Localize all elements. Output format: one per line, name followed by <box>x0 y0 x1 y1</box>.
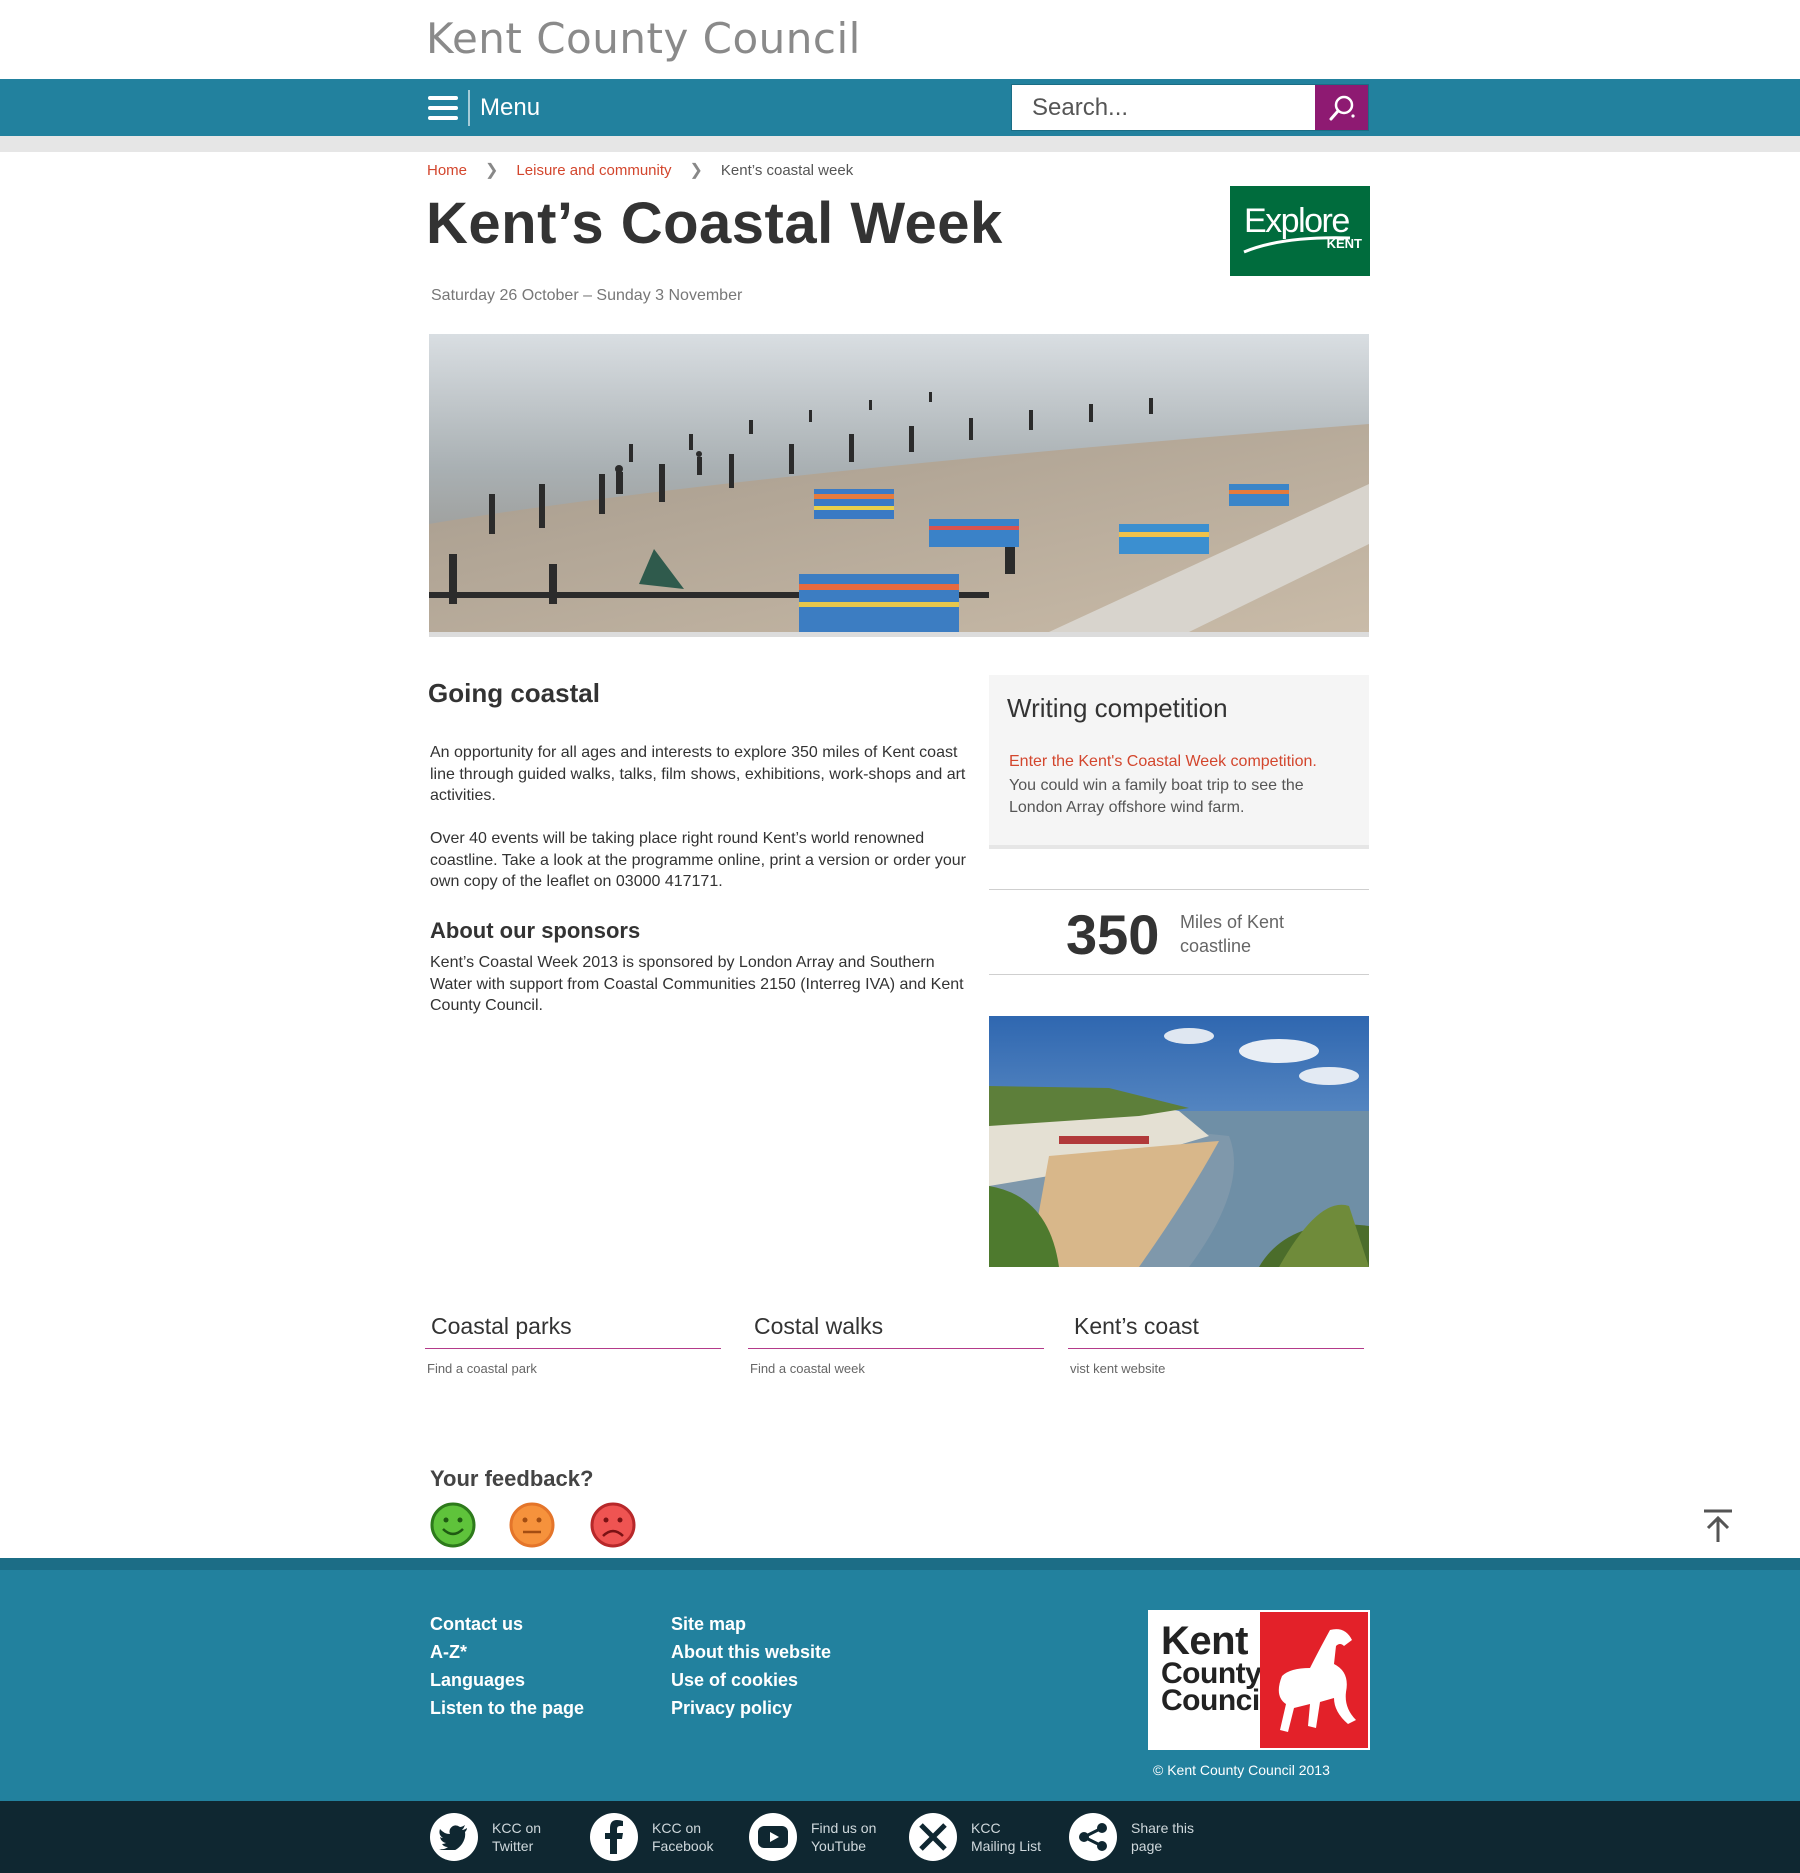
feedback-title: Your feedback? <box>430 1466 594 1491</box>
footer-link-about[interactable]: About this website <box>671 1638 831 1666</box>
event-dates: Saturday 26 October – Sunday 3 November <box>431 287 743 304</box>
sponsors-paragraph: Kent’s Coastal Week 2013 is sponsored by… <box>430 954 964 1014</box>
search-box <box>1011 84 1369 131</box>
card-subtitle: Find a coastal park <box>427 1361 537 1376</box>
kcc-horse-emblem <box>1260 1612 1368 1748</box>
search-icon <box>1329 95 1355 120</box>
social-share[interactable]: Share this page <box>1069 1813 1211 1861</box>
site-title[interactable]: Kent County Council <box>426 14 861 63</box>
explore-logo-sub: KENT <box>1326 236 1362 251</box>
footer-links-col2: Site map About this website Use of cooki… <box>671 1610 831 1722</box>
section-heading-going-coastal: Going coastal <box>428 678 600 708</box>
competition-panel: Writing competition Enter the Kent's Coa… <box>989 675 1369 849</box>
competition-title: Writing competition <box>1007 693 1228 723</box>
site-footer: Contact us A-Z* Languages Listen to the … <box>0 1558 1800 1801</box>
hamburger-icon <box>428 96 458 120</box>
share-icon <box>1069 1813 1117 1861</box>
stat-number: 350 <box>1066 903 1160 966</box>
card-subtitle: Find a coastal week <box>750 1361 865 1376</box>
card-kents-coast[interactable]: Kent’s coast vist kent website <box>1068 1313 1364 1376</box>
card-coastal-walks[interactable]: Costal walks Find a coastal week <box>748 1313 1044 1376</box>
search-input[interactable] <box>1012 85 1316 130</box>
social-facebook[interactable]: KCC on Facebook <box>590 1813 732 1861</box>
footer-link-cookies[interactable]: Use of cookies <box>671 1666 831 1694</box>
footer-link-sitemap[interactable]: Site map <box>671 1610 831 1638</box>
footer-link-contact[interactable]: Contact us <box>430 1610 584 1638</box>
youtube-icon <box>749 1813 797 1861</box>
social-twitter[interactable]: KCC on Twitter <box>430 1813 572 1861</box>
competition-link[interactable]: Enter the Kent's Coastal Week competitio… <box>1009 753 1317 771</box>
menu-button[interactable]: Menu <box>428 89 540 127</box>
social-youtube[interactable]: Find us on YouTube <box>749 1813 891 1861</box>
card-subtitle: vist kent website <box>1070 1361 1166 1376</box>
sponsors-heading: About our sponsors <box>430 918 641 943</box>
happy-face-icon[interactable] <box>430 1502 476 1548</box>
sad-face-icon[interactable] <box>590 1502 636 1548</box>
footer-link-languages[interactable]: Languages <box>430 1666 584 1694</box>
copyright: © Kent County Council 2013 <box>1153 1762 1330 1778</box>
coastal-cliff-image <box>989 1016 1369 1267</box>
card-coastal-parks[interactable]: Coastal parks Find a coastal park <box>425 1313 721 1376</box>
page-title: Kent’s Coastal Week <box>426 191 1003 256</box>
mail-icon <box>909 1813 957 1861</box>
intro-paragraph: An opportunity for all ages and interest… <box>430 744 966 804</box>
kcc-logo-text: Kent County Council <box>1161 1619 1268 1717</box>
white-horse-icon <box>1278 1629 1356 1732</box>
facebook-icon <box>590 1813 638 1861</box>
footer-link-listen[interactable]: Listen to the page <box>430 1694 584 1722</box>
back-to-top-icon[interactable] <box>1700 1508 1736 1544</box>
coastline-stat: 350 Miles of Kent coastline <box>989 889 1369 975</box>
hero-beach-image <box>429 334 1369 637</box>
social-bar: KCC on Twitter KCC on Facebook Find us on Y… <box>0 1801 1800 1873</box>
competition-text: You could win a family boat trip to see … <box>1009 777 1304 816</box>
breadcrumb-section-link[interactable]: Leisure and community <box>516 162 671 179</box>
kcc-logo[interactable]: Kent County Council <box>1148 1610 1370 1750</box>
main-navbar: Menu <box>0 79 1800 136</box>
stat-label: Miles of Kent coastline <box>1180 912 1285 956</box>
footer-links-col1: Contact us A-Z* Languages Listen to the … <box>430 1610 584 1722</box>
neutral-face-icon[interactable] <box>509 1502 555 1548</box>
card-title[interactable]: Costal walks <box>748 1313 1044 1349</box>
footer-link-a-z[interactable]: A-Z* <box>430 1638 584 1666</box>
breadcrumb-home-link[interactable]: Home <box>427 162 467 179</box>
breadcrumb: Home ❯ Leisure and community ❯ Kent’s co… <box>427 160 853 180</box>
menu-divider <box>468 90 470 126</box>
social-mailing-list[interactable]: KCC Mailing List <box>909 1813 1051 1861</box>
header-divider <box>0 136 1800 152</box>
menu-label: Menu <box>480 94 541 121</box>
footer-link-privacy[interactable]: Privacy policy <box>671 1694 831 1722</box>
twitter-icon <box>430 1813 478 1861</box>
breadcrumb-current: Kent’s coastal week <box>720 161 854 179</box>
events-paragraph: Over 40 events will be taking place righ… <box>430 830 966 890</box>
card-title[interactable]: Coastal parks <box>425 1313 721 1349</box>
chevron-right-icon: ❯ <box>689 162 703 179</box>
chevron-right-icon: ❯ <box>485 162 499 179</box>
search-button[interactable] <box>1315 85 1368 130</box>
card-title[interactable]: Kent’s coast <box>1068 1313 1364 1349</box>
explore-kent-logo[interactable]: Explore KENT <box>1230 186 1370 276</box>
